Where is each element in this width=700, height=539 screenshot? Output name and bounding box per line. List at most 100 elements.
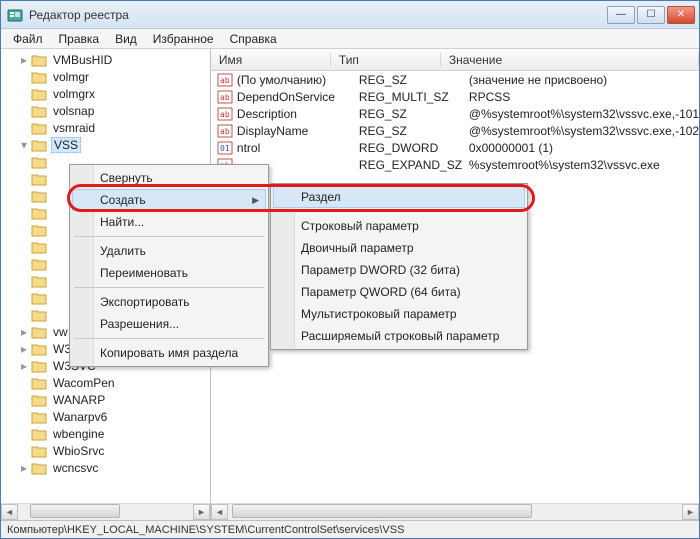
svg-text:ab: ab (220, 110, 230, 119)
menu-item[interactable]: Двоичный параметр (273, 237, 525, 259)
tree-item-label: WacomPen (51, 376, 117, 390)
list-row[interactable]: abDependOnServiceREG_MULTI_SZRPCSS (211, 88, 699, 105)
menu-item[interactable]: Параметр DWORD (32 бита) (273, 259, 525, 281)
tree-item[interactable]: · volmgrx (1, 85, 210, 102)
menu-item[interactable]: Мультистроковый параметр (273, 303, 525, 325)
menu-item[interactable]: Расширяемый строковый параметр (273, 325, 525, 347)
expand-icon[interactable]: ▸ (9, 359, 31, 373)
tree-item[interactable]: ·WANARP (1, 391, 210, 408)
tree-item-label: vsmraid (51, 121, 97, 135)
value-data: (значение не присвоено) (461, 73, 699, 87)
titlebar: Редактор реестра — ☐ ✕ (1, 1, 699, 29)
expand-icon[interactable]: ▾ (9, 138, 31, 152)
tree-item[interactable]: · wbengine (1, 425, 210, 442)
menu-help[interactable]: Справка (222, 30, 285, 48)
menu-view[interactable]: Вид (107, 30, 145, 48)
context-menu[interactable]: СвернутьСоздать▶Найти... УдалитьПереимено… (69, 164, 269, 367)
tree-item[interactable]: ·volmgr (1, 68, 210, 85)
col-name[interactable]: Имя (211, 53, 331, 67)
tree-item-label: WbioSrvc (51, 444, 106, 458)
tree-item[interactable]: ▾VSS (1, 136, 210, 153)
expand-icon[interactable]: · (9, 444, 31, 458)
menu-item[interactable]: Переименовать (72, 262, 266, 284)
expand-icon[interactable]: · (9, 393, 31, 407)
value-type: REG_SZ (351, 107, 461, 121)
menu-item[interactable]: Создать▶ (72, 189, 266, 211)
list-header: Имя Тип Значение (211, 49, 699, 71)
col-value[interactable]: Значение (441, 53, 699, 67)
menu-item[interactable]: Копировать имя раздела (72, 342, 266, 364)
menu-item[interactable]: Свернуть (72, 167, 266, 189)
svg-text:ab: ab (220, 76, 230, 85)
regedit-icon (7, 7, 23, 23)
context-submenu[interactable]: Раздел Строковый параметрДвоичный парамет… (270, 183, 528, 350)
menu-item[interactable]: Строковый параметр (273, 215, 525, 237)
list-hscroll[interactable]: ◄ ► (211, 503, 699, 520)
expand-icon[interactable]: · (9, 155, 31, 169)
close-button[interactable]: ✕ (667, 6, 695, 24)
expand-icon[interactable]: ▸ (9, 461, 31, 475)
tree-item[interactable]: ▸VMBusHID (1, 51, 210, 68)
expand-icon[interactable]: · (9, 223, 31, 237)
tree-item[interactable]: ▸wcncsvc (1, 459, 210, 476)
menu-item[interactable]: Найти... (72, 211, 266, 233)
scroll-right-icon[interactable]: ► (682, 504, 699, 520)
expand-icon[interactable]: · (9, 121, 31, 135)
value-type: REG_SZ (351, 73, 461, 87)
expand-icon[interactable]: · (9, 104, 31, 118)
expand-icon[interactable]: · (9, 376, 31, 390)
menu-file[interactable]: Файл (5, 30, 51, 48)
tree-item-label: wbengine (51, 427, 106, 441)
value-type: REG_EXPAND_SZ (351, 158, 461, 172)
scroll-left-icon[interactable]: ◄ (211, 504, 228, 520)
expand-icon[interactable]: · (9, 172, 31, 186)
expand-icon[interactable]: · (9, 291, 31, 305)
list-row[interactable]: abDisplayNameREG_SZ@%systemroot%\system3… (211, 122, 699, 139)
menu-item[interactable]: Экспортировать (72, 291, 266, 313)
list-row[interactable]: abDescriptionREG_SZ@%systemroot%\system3… (211, 105, 699, 122)
expand-icon[interactable]: ▸ (9, 53, 31, 67)
value-data: @%systemroot%\system32\vssvc.exe,-102 (461, 124, 699, 138)
expand-icon[interactable]: ▸ (9, 342, 31, 356)
expand-icon[interactable]: · (9, 274, 31, 288)
expand-icon[interactable]: · (9, 240, 31, 254)
menu-favorites[interactable]: Избранное (145, 30, 222, 48)
minimize-button[interactable]: — (607, 6, 635, 24)
scroll-right-icon[interactable]: ► (193, 504, 210, 520)
expand-icon[interactable]: · (9, 257, 31, 271)
menu-item[interactable]: Разрешения... (72, 313, 266, 335)
menu-item[interactable]: Раздел (273, 186, 525, 208)
menu-item[interactable]: Удалить (72, 240, 266, 262)
tree-item[interactable]: · WbioSrvc (1, 442, 210, 459)
tree-item[interactable]: ·Wanarpv6 (1, 408, 210, 425)
col-type[interactable]: Тип (331, 53, 441, 67)
expand-icon[interactable]: · (9, 427, 31, 441)
value-type: REG_MULTI_SZ (351, 90, 461, 104)
list-row[interactable]: ab (По умолчанию)REG_SZ(значение не присв… (211, 71, 699, 88)
expand-icon[interactable]: · (9, 87, 31, 101)
tree-hscroll[interactable]: ◄ ► (1, 503, 210, 520)
tree-item[interactable]: · WacomPen (1, 374, 210, 391)
expand-icon[interactable]: · (9, 206, 31, 220)
expand-icon[interactable]: ▸ (9, 325, 31, 339)
tree-item-label: volmgrx (51, 87, 97, 101)
value-name: (По умолчанию) (237, 73, 351, 87)
scroll-left-icon[interactable]: ◄ (1, 504, 18, 520)
list-rows[interactable]: ab(По умолчанию)REG_SZ(значение не присв… (211, 71, 699, 173)
scroll-thumb[interactable] (232, 504, 532, 518)
tree-item[interactable]: · volsnap (1, 102, 210, 119)
expand-icon[interactable]: · (9, 410, 31, 424)
list-row[interactable]: abREG_EXPAND_SZ%systemroot%\system32\vss… (211, 156, 699, 173)
scroll-thumb[interactable] (30, 504, 120, 518)
menu-edit[interactable]: Правка (51, 30, 108, 48)
list-row[interactable]: 01ntrolREG_DWORD0x00000001 (1) (211, 139, 699, 156)
value-data: RPCSS (461, 90, 699, 104)
expand-icon[interactable]: · (9, 189, 31, 203)
tree-item[interactable]: · vsmraid (1, 119, 210, 136)
maximize-button[interactable]: ☐ (637, 6, 665, 24)
expand-icon[interactable]: · (9, 70, 31, 84)
expand-icon[interactable]: · (9, 308, 31, 322)
menu-item[interactable]: Параметр QWORD (64 бита) (273, 281, 525, 303)
tree-item-label: volsnap (51, 104, 96, 118)
value-type: REG_SZ (351, 124, 461, 138)
